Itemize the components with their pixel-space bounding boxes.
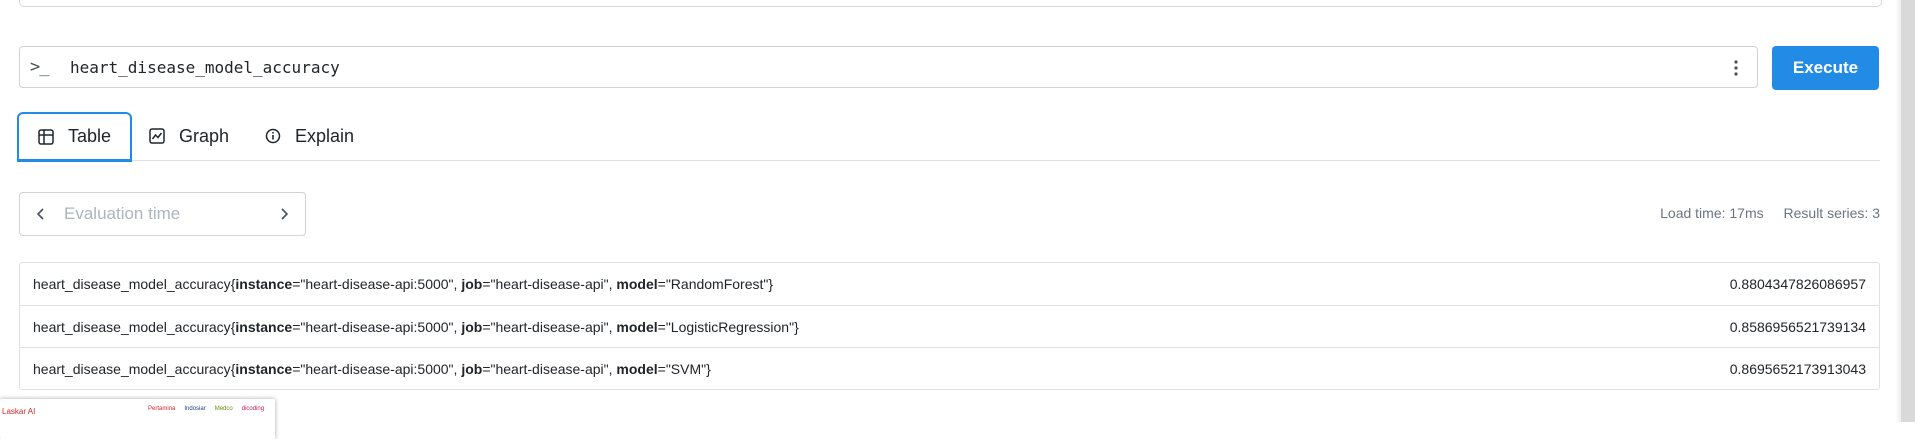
sponsor-logo: Medco — [214, 406, 233, 412]
floating-preview-popup[interactable]: Laskar AI Pertamina Indosiar Medco dicod… — [0, 399, 275, 439]
label-value: "heart-disease-api:5000" — [300, 318, 454, 335]
label-key: instance — [235, 360, 293, 377]
load-time: Load time: 17ms — [1660, 205, 1764, 221]
chevron-left-icon[interactable] — [34, 205, 48, 223]
previous-panel-edge — [19, 0, 1882, 7]
table-row: heart_disease_model_accuracy{instance="h… — [20, 347, 1879, 389]
tab-table-label: Table — [67, 126, 112, 146]
series-value: 0.8804347826086957 — [1729, 276, 1866, 292]
tab-explain-label: Explain — [295, 125, 355, 146]
label-key: job — [461, 276, 483, 292]
query-input-box[interactable]: >_ heart_disease_model_accuracy — [19, 46, 1758, 88]
metric-name: heart_disease_model_accuracy — [33, 276, 231, 292]
execute-button[interactable]: Execute — [1772, 46, 1879, 90]
result-series-count: Result series: 3 — [1783, 205, 1880, 221]
series-label: heart_disease_model_accuracy{instance="h… — [33, 360, 711, 377]
series-label: heart_disease_model_accuracy{instance="h… — [33, 318, 799, 335]
sponsor-logo: Pertamina — [148, 406, 176, 412]
tab-explain[interactable]: Explain — [265, 112, 354, 160]
label-value: "heart-disease-api" — [490, 318, 609, 335]
table-row: heart_disease_model_accuracy{instance="h… — [20, 305, 1879, 347]
terminal-prompt-icon: >_ — [30, 57, 49, 77]
label-value: "heart-disease-api" — [490, 360, 609, 377]
label-value: "SVM" — [665, 360, 707, 377]
tab-graph[interactable]: Graph — [149, 112, 229, 160]
label-key: instance — [235, 318, 293, 335]
label-value: "heart-disease-api" — [490, 276, 609, 292]
sponsor-logo: Indosiar — [184, 406, 206, 412]
results-table: heart_disease_model_accuracy{instance="h… — [19, 262, 1880, 390]
query-stats: Load time: 17ms Result series: 3 — [1660, 205, 1880, 221]
label-value: "LogisticRegression" — [665, 318, 795, 335]
label-key: model — [616, 360, 658, 377]
query-input[interactable]: heart_disease_model_accuracy — [70, 57, 340, 79]
series-value: 0.8695652173913043 — [1729, 360, 1866, 377]
more-options-icon[interactable] — [1733, 57, 1739, 79]
evaluation-time-picker: Evaluation time — [19, 192, 306, 236]
label-key: model — [616, 276, 658, 292]
chevron-right-icon[interactable] — [277, 205, 291, 223]
tab-table[interactable]: Table — [17, 112, 132, 162]
popup-brand: Laskar AI — [2, 407, 36, 416]
view-tabs: Table Graph Explain — [17, 112, 1880, 162]
series-label: heart_disease_model_accuracy{instance="h… — [33, 276, 774, 292]
label-value: "heart-disease-api:5000" — [300, 276, 454, 292]
label-value: "heart-disease-api:5000" — [300, 360, 454, 377]
label-value: "RandomForest" — [665, 276, 769, 292]
metric-name: heart_disease_model_accuracy — [33, 318, 231, 335]
evaluation-time-input[interactable]: Evaluation time — [64, 204, 180, 224]
metric-name: heart_disease_model_accuracy — [33, 360, 231, 377]
graph-icon — [149, 128, 165, 144]
label-key: model — [616, 318, 658, 335]
info-icon — [265, 128, 281, 144]
table-row: heart_disease_model_accuracy{instance="h… — [20, 263, 1879, 305]
vertical-scrollbar[interactable] — [1895, 0, 1915, 422]
label-key: job — [461, 360, 483, 377]
label-key: job — [461, 318, 483, 335]
tab-graph-label: Graph — [179, 125, 230, 146]
label-key: instance — [235, 276, 293, 292]
sponsor-logo: dicoding — [241, 406, 265, 412]
series-value: 0.8586956521739134 — [1729, 318, 1866, 335]
table-icon — [38, 128, 54, 145]
sponsor-logos: Pertamina Indosiar Medco dicoding — [148, 406, 264, 412]
